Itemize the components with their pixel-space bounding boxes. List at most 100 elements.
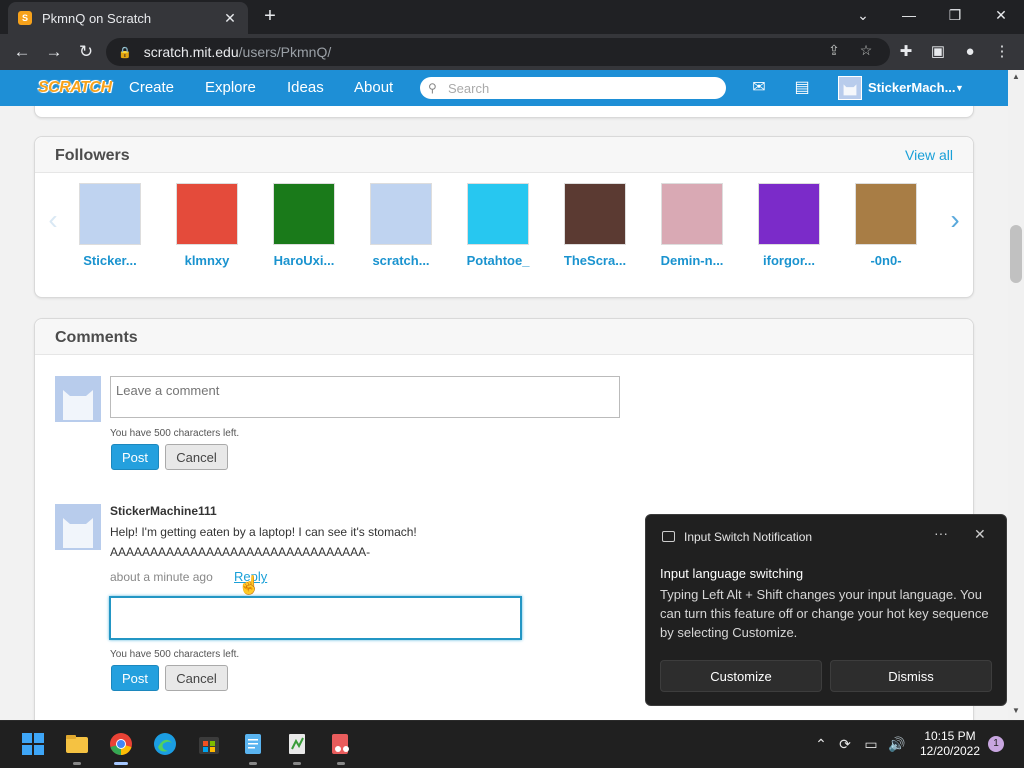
close-tab-icon[interactable]: ✕ xyxy=(222,10,238,27)
nav-about[interactable]: About xyxy=(354,70,393,106)
follower-name[interactable]: Demin-n... xyxy=(647,253,737,268)
more-options-icon[interactable]: ··· xyxy=(934,525,948,541)
extensions-icon[interactable]: ✚ xyxy=(896,42,916,62)
my-stuff-icon[interactable]: ▤ xyxy=(790,78,814,98)
notepad-icon[interactable] xyxy=(240,731,266,757)
scroll-down-icon[interactable]: ▼ xyxy=(1010,706,1022,715)
follower-avatar[interactable] xyxy=(564,183,626,245)
comments-title: Comments xyxy=(55,329,138,346)
reply-post-button[interactable]: Post xyxy=(111,665,159,691)
follower-avatar[interactable] xyxy=(273,183,335,245)
follower-avatar[interactable] xyxy=(855,183,917,245)
browser-tab[interactable]: S PkmnQ on Scratch ✕ xyxy=(8,2,248,34)
clock-time: 10:15 PM xyxy=(924,729,976,743)
volume-icon[interactable]: 🔊 xyxy=(888,736,906,753)
messages-icon[interactable]: ✉ xyxy=(747,78,771,98)
reply-cancel-button[interactable]: Cancel xyxy=(165,665,228,691)
chrome-icon[interactable] xyxy=(108,731,134,757)
window-close-icon[interactable]: ✕ xyxy=(978,0,1024,30)
follower-avatar[interactable] xyxy=(661,183,723,245)
back-icon[interactable]: ← xyxy=(10,40,34,64)
running-indicator xyxy=(337,762,345,765)
sync-icon[interactable]: ⟳ xyxy=(836,736,854,753)
followers-title: Followers xyxy=(55,147,130,164)
follower-avatar[interactable] xyxy=(79,183,141,245)
bookmark-star-icon[interactable]: ☆ xyxy=(856,40,876,60)
follower-item[interactable]: Sticker... xyxy=(65,183,155,268)
follower-name[interactable]: Sticker... xyxy=(65,253,155,268)
follower-item[interactable]: -0n0- xyxy=(841,183,931,268)
new-tab-icon[interactable]: + xyxy=(260,6,280,26)
avatar[interactable] xyxy=(55,504,101,550)
carousel-prev-icon[interactable]: ‹ xyxy=(43,205,63,235)
scratch-favicon-icon: S xyxy=(18,11,32,25)
follower-name[interactable]: -0n0- xyxy=(841,253,931,268)
hand-cursor-icon: ☝ xyxy=(238,575,261,595)
chevron-down-icon[interactable]: ▼ xyxy=(955,70,964,106)
previous-section-box xyxy=(34,106,974,118)
notepad-plus-plus-icon[interactable] xyxy=(284,731,310,757)
scroll-up-icon[interactable]: ▲ xyxy=(1010,72,1022,81)
follower-item[interactable]: HaroUxi... xyxy=(259,183,349,268)
network-icon[interactable]: ▭ xyxy=(862,736,880,753)
follower-item[interactable]: iforgor... xyxy=(744,183,834,268)
share-icon[interactable]: ⇪ xyxy=(824,40,844,60)
minimize-icon[interactable]: — xyxy=(886,0,932,30)
follower-item[interactable]: TheScra... xyxy=(550,183,640,268)
scroll-thumb[interactable] xyxy=(1010,225,1022,283)
close-icon[interactable]: ✕ xyxy=(974,526,986,543)
comment-author[interactable]: StickerMachine111 xyxy=(110,504,217,518)
profile-icon[interactable]: ● xyxy=(960,42,980,62)
follower-name[interactable]: TheScra... xyxy=(550,253,640,268)
notification-badge[interactable]: 1 xyxy=(988,736,1004,752)
chevron-up-icon[interactable]: ⌃ xyxy=(812,736,830,753)
snipping-tool-icon[interactable] xyxy=(328,731,354,757)
customize-button[interactable]: Customize xyxy=(660,660,822,692)
dismiss-button[interactable]: Dismiss xyxy=(830,660,992,692)
account-name[interactable]: StickerMach... xyxy=(868,70,955,106)
side-panel-icon[interactable]: ▣ xyxy=(928,42,948,62)
nav-create[interactable]: Create xyxy=(129,70,174,106)
follower-item[interactable]: Potahtoe_ xyxy=(453,183,543,268)
follower-name[interactable]: scratch... xyxy=(356,253,446,268)
follower-avatar[interactable] xyxy=(758,183,820,245)
browser-tab-strip: S PkmnQ on Scratch ✕ + ⌄ — ❐ ✕ xyxy=(0,0,1024,34)
scratch-logo[interactable]: SCRATCH xyxy=(34,76,116,100)
follower-name[interactable]: iforgor... xyxy=(744,253,834,268)
user-avatar[interactable] xyxy=(838,76,862,100)
forward-icon[interactable]: → xyxy=(42,40,66,64)
search-input[interactable] xyxy=(448,80,708,96)
follower-avatar[interactable] xyxy=(176,183,238,245)
tab-search-icon[interactable]: ⌄ xyxy=(840,0,886,30)
edge-icon[interactable] xyxy=(152,731,178,757)
lock-icon: 🔒 xyxy=(118,46,132,59)
post-button[interactable]: Post xyxy=(111,444,159,470)
tab-title: PkmnQ on Scratch xyxy=(42,10,152,26)
windows-start-icon[interactable] xyxy=(20,731,46,757)
follower-name[interactable]: Potahtoe_ xyxy=(453,253,543,268)
file-explorer-icon[interactable] xyxy=(64,731,90,757)
view-all-link[interactable]: View all xyxy=(905,147,953,163)
follower-name[interactable]: HaroUxi... xyxy=(259,253,349,268)
reply-field[interactable] xyxy=(109,596,522,640)
new-comment-field[interactable] xyxy=(110,376,620,418)
page-scrollbar[interactable] xyxy=(1008,70,1024,720)
follower-item[interactable]: klmnxy xyxy=(162,183,252,268)
carousel-next-icon[interactable]: › xyxy=(945,205,965,235)
follower-name[interactable]: klmnxy xyxy=(162,253,252,268)
nav-explore[interactable]: Explore xyxy=(205,70,256,106)
system-clock[interactable]: 10:15 PM 12/20/2022 xyxy=(915,729,985,759)
reload-icon[interactable]: ↻ xyxy=(74,40,98,64)
browser-toolbar: ← → ↻ 🔒 scratch.mit.edu /users/PkmnQ/ ⇪ … xyxy=(0,34,1024,70)
notification-body: Typing Left Alt + Shift changes your inp… xyxy=(660,587,989,640)
follower-item[interactable]: scratch... xyxy=(356,183,446,268)
cancel-button[interactable]: Cancel xyxy=(165,444,228,470)
follower-avatar[interactable] xyxy=(370,183,432,245)
nav-ideas[interactable]: Ideas xyxy=(287,70,324,106)
address-bar[interactable]: 🔒 scratch.mit.edu /users/PkmnQ/ xyxy=(106,38,890,66)
store-icon[interactable] xyxy=(196,731,222,757)
follower-item[interactable]: Demin-n... xyxy=(647,183,737,268)
follower-avatar[interactable] xyxy=(467,183,529,245)
restore-icon[interactable]: ❐ xyxy=(932,0,978,30)
menu-icon[interactable]: ⋮ xyxy=(992,42,1012,62)
